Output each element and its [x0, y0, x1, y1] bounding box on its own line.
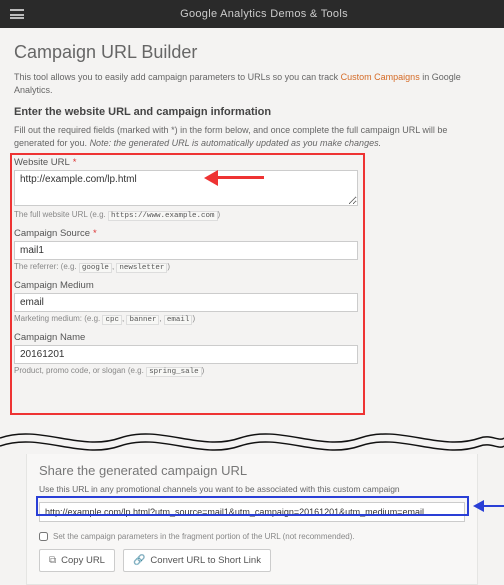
- custom-campaigns-link[interactable]: Custom Campaigns: [341, 72, 420, 82]
- share-buttons: ⧉ Copy URL 🔗 Convert URL to Short Link: [39, 549, 465, 572]
- campaign-medium-hint-c3: email: [164, 315, 193, 325]
- menu-icon[interactable]: [10, 9, 24, 19]
- field-campaign-source: Campaign Source* The referrer: (e.g. goo…: [14, 228, 360, 274]
- copy-url-button[interactable]: ⧉ Copy URL: [39, 549, 115, 572]
- link-icon: 🔗: [133, 556, 145, 566]
- website-url-input[interactable]: http://example.com/lp.html: [14, 170, 358, 206]
- convert-url-label: Convert URL to Short Link: [150, 555, 261, 566]
- section-heading: Enter the website URL and campaign infor…: [14, 106, 490, 118]
- fragment-checkbox[interactable]: [39, 532, 48, 541]
- field-campaign-name: Campaign Name Product, promo code, or sl…: [14, 332, 360, 378]
- campaign-source-hint-suffix: ): [167, 262, 170, 271]
- topbar-title: Google Analytics Demos & Tools: [34, 8, 494, 20]
- campaign-name-label: Campaign Name: [14, 332, 360, 343]
- fragment-option-row: Set the campaign parameters in the fragm…: [39, 532, 465, 541]
- campaign-medium-hint: Marketing medium: (e.g. cpc, banner, ema…: [14, 314, 360, 326]
- campaign-name-hint: Product, promo code, or slogan (e.g. spr…: [14, 366, 360, 378]
- copy-icon: ⧉: [49, 556, 56, 566]
- campaign-medium-label: Campaign Medium: [14, 280, 360, 291]
- website-url-hint-code: https://www.example.com: [108, 211, 218, 221]
- generated-url-output[interactable]: [39, 502, 465, 522]
- annotation-blue-arrow: [473, 501, 504, 513]
- campaign-name-hint-suffix: ): [202, 366, 205, 375]
- campaign-source-hint-prefix: The referrer: (e.g.: [14, 262, 79, 271]
- campaign-source-hint-code2: newsletter: [116, 263, 167, 273]
- campaign-source-label: Campaign Source*: [14, 228, 360, 239]
- page-body: Campaign URL Builder This tool allows yo…: [0, 28, 504, 377]
- website-url-label-text: Website URL: [14, 157, 70, 168]
- topbar: Google Analytics Demos & Tools: [0, 0, 504, 28]
- required-star: *: [93, 228, 97, 239]
- campaign-medium-input[interactable]: [14, 293, 358, 312]
- required-star: *: [73, 157, 77, 168]
- campaign-name-hint-prefix: Product, promo code, or slogan (e.g.: [14, 366, 146, 375]
- intro-text: This tool allows you to easily add campa…: [14, 71, 490, 96]
- campaign-source-input[interactable]: [14, 241, 358, 260]
- campaign-medium-hint-prefix: Marketing medium: (e.g.: [14, 314, 102, 323]
- website-url-label: Website URL*: [14, 157, 360, 168]
- annotation-red-arrow: [204, 171, 264, 185]
- field-campaign-medium: Campaign Medium Marketing medium: (e.g. …: [14, 280, 360, 326]
- website-url-hint-suffix: ): [218, 210, 221, 219]
- section-note-em: Note: the generated URL is automatically…: [90, 138, 382, 148]
- page-title: Campaign URL Builder: [14, 42, 490, 63]
- content-break-wave: [0, 420, 504, 454]
- website-url-hint-prefix: The full website URL (e.g.: [14, 210, 108, 219]
- fragment-label: Set the campaign parameters in the fragm…: [53, 532, 355, 541]
- share-title: Share the generated campaign URL: [39, 463, 465, 478]
- intro-prefix: This tool allows you to easily add campa…: [14, 72, 341, 82]
- campaign-source-hint-code1: google: [79, 263, 112, 273]
- share-note: Use this URL in any promotional channels…: [39, 484, 465, 494]
- copy-url-label: Copy URL: [61, 555, 105, 566]
- section-note: Fill out the required fields (marked wit…: [14, 124, 490, 149]
- website-url-hint: The full website URL (e.g. https://www.e…: [14, 210, 360, 222]
- form-area: Website URL* http://example.com/lp.html …: [14, 157, 360, 377]
- convert-url-button[interactable]: 🔗 Convert URL to Short Link: [123, 549, 271, 572]
- campaign-name-input[interactable]: [14, 345, 358, 364]
- campaign-medium-hint-suffix: ): [192, 314, 195, 323]
- campaign-medium-hint-c1: cpc: [102, 315, 122, 325]
- campaign-source-hint: The referrer: (e.g. google, newsletter): [14, 262, 360, 274]
- field-website-url: Website URL* http://example.com/lp.html …: [14, 157, 360, 222]
- share-panel: Share the generated campaign URL Use thi…: [26, 452, 478, 585]
- campaign-name-hint-code: spring_sale: [146, 367, 202, 377]
- campaign-medium-hint-c2: banner: [126, 315, 159, 325]
- campaign-source-label-text: Campaign Source: [14, 228, 90, 239]
